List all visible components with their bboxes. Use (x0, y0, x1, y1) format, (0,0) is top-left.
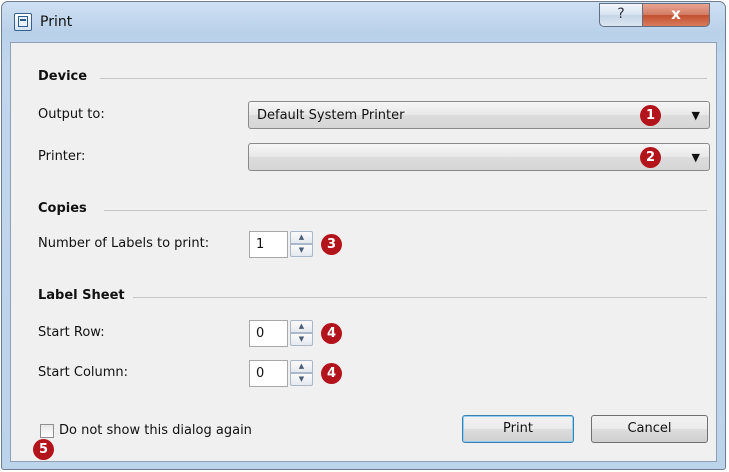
print-dialog: Print ? x Device Output to: Default Syst… (1, 1, 726, 470)
dont-show-again-checkbox[interactable] (40, 424, 54, 438)
spin-up-icon[interactable]: ▲ (290, 360, 313, 373)
close-button[interactable]: x (642, 3, 710, 27)
dont-show-again-label[interactable]: Do not show this dialog again (59, 423, 252, 438)
labels-to-print-label: Number of Labels to print: (38, 236, 210, 251)
label-sheet-section-label: Label Sheet (38, 288, 125, 303)
device-section-label: Device (38, 69, 88, 84)
cancel-button[interactable]: Cancel (591, 415, 708, 443)
copies-section-label: Copies (38, 201, 87, 216)
copies-divider (104, 210, 707, 211)
start-row-input[interactable]: 0 (249, 320, 288, 347)
help-button[interactable]: ? (599, 3, 642, 27)
callout-badge-1: 1 (640, 105, 661, 126)
callout-badge-4-column: 4 (321, 363, 342, 384)
start-row-label: Start Row: (38, 325, 105, 340)
start-column-stepper: ▲ ▼ (290, 360, 313, 387)
label-sheet-divider (133, 297, 707, 298)
output-to-value: Default System Printer (257, 108, 405, 123)
callout-badge-5: 5 (33, 439, 54, 460)
spin-down-icon[interactable]: ▼ (290, 333, 313, 346)
callout-badge-2: 2 (640, 147, 661, 168)
spin-up-icon[interactable]: ▲ (290, 320, 313, 333)
start-column-label: Start Column: (38, 365, 129, 380)
spin-down-icon[interactable]: ▼ (290, 373, 313, 386)
window-title: Print (40, 14, 73, 30)
printer-label: Printer: (38, 149, 86, 164)
callout-badge-4-row: 4 (321, 323, 342, 344)
print-button[interactable]: Print (462, 415, 574, 443)
start-column-input[interactable]: 0 (249, 360, 288, 387)
spin-up-icon[interactable]: ▲ (290, 231, 313, 244)
printer-app-icon (14, 13, 32, 31)
chevron-down-icon: ▼ (691, 109, 700, 122)
chevron-down-icon: ▼ (691, 151, 700, 164)
spin-down-icon[interactable]: ▼ (290, 244, 313, 257)
labels-to-print-stepper: ▲ ▼ (290, 231, 313, 258)
title-bar: Print ? x (2, 2, 725, 42)
dialog-body: Device Output to: Default System Printer… (10, 42, 717, 462)
device-divider (100, 78, 707, 79)
callout-badge-3: 3 (321, 234, 342, 255)
start-row-stepper: ▲ ▼ (290, 320, 313, 347)
output-to-label: Output to: (38, 107, 105, 122)
labels-to-print-input[interactable]: 1 (249, 231, 288, 258)
